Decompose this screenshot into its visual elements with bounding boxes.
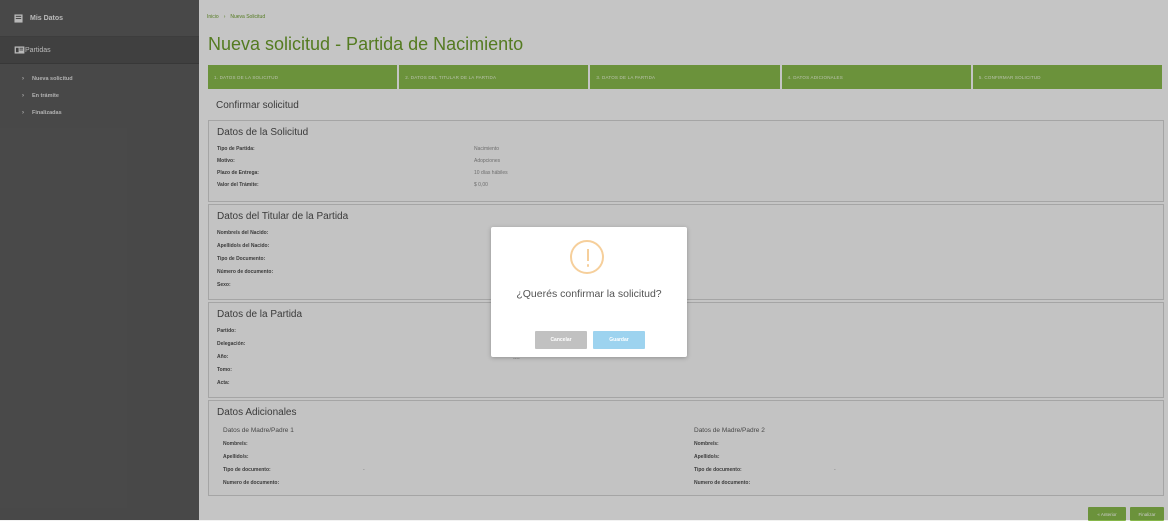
warning-icon (570, 240, 604, 274)
modal-question: ¿Querés confirmar la solicitud? (516, 288, 662, 300)
confirm-modal: ¿Querés confirmar la solicitud? Cancelar… (491, 227, 687, 357)
cancel-button[interactable]: Cancelar (535, 331, 587, 349)
save-button[interactable]: Guardar (593, 331, 645, 349)
